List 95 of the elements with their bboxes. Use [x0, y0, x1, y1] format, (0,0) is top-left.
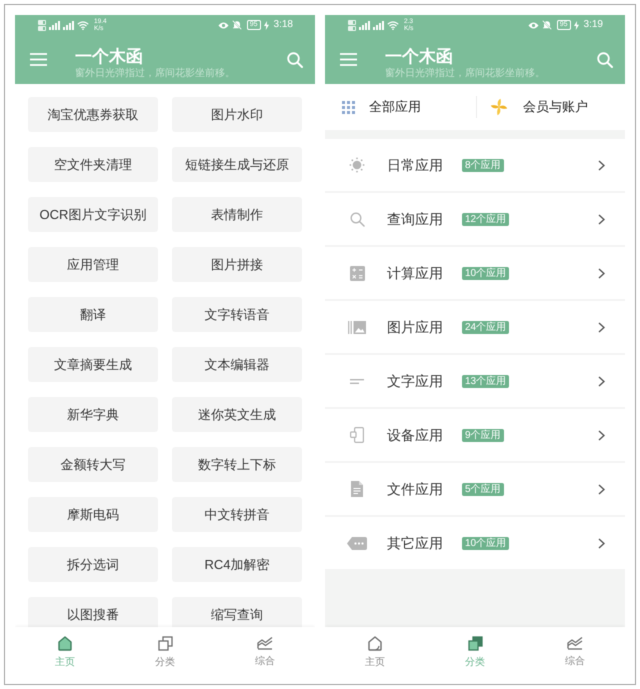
chevron-right-icon	[598, 376, 605, 386]
app-count-badge: 12个应用	[462, 212, 510, 226]
text-lines-icon	[350, 378, 364, 384]
tool-button[interactable]: RC4加解密	[172, 547, 302, 582]
shortcut-button[interactable]: 全部应用	[325, 84, 476, 130]
app-count-badge: 5个应用	[462, 482, 504, 496]
charging-icon	[574, 20, 579, 30]
tool-button[interactable]: 文章摘要生成	[28, 347, 158, 382]
app-title: 一个木函	[75, 47, 144, 67]
tool-button[interactable]: 文本编辑器	[172, 347, 302, 382]
tool-button[interactable]: 图片水印	[172, 97, 302, 132]
tool-button[interactable]: 缩写查询	[172, 597, 302, 627]
chevron-right-icon	[598, 268, 605, 278]
signal-icon	[359, 20, 370, 30]
pinwheel-icon	[490, 98, 508, 116]
tool-button[interactable]: 空文件夹清理	[28, 147, 158, 182]
tool-button[interactable]: 文字转语音	[172, 297, 302, 332]
overlapping-squares-icon	[468, 636, 482, 651]
search-button[interactable]	[287, 52, 303, 68]
tool-button[interactable]: 拆分选词	[28, 547, 158, 582]
tool-button[interactable]: 短链接生成与还原	[172, 147, 302, 182]
tool-button[interactable]: 新华字典	[28, 397, 158, 432]
chevron-right-icon	[598, 214, 605, 224]
menu-icon	[340, 53, 357, 66]
status-time: 3:18	[274, 19, 293, 31]
app-subtitle: 窗外日光弹指过，席间花影坐前移。	[385, 67, 546, 80]
home-icon	[368, 636, 382, 651]
sim-card-icon	[38, 20, 46, 30]
category-item[interactable]: 查询应用 12个应用	[325, 193, 625, 245]
category-item[interactable]: 计算应用 10个应用	[325, 247, 625, 299]
category-item[interactable]: 设备应用 9个应用	[325, 409, 625, 461]
tag-icon	[347, 536, 367, 550]
app-count-badge: 9个应用	[462, 428, 504, 442]
line-chart-icon	[257, 636, 273, 650]
tool-button[interactable]: 金额转大写	[28, 447, 158, 482]
app-count-badge: 10个应用	[462, 266, 510, 280]
line-chart-icon	[567, 636, 583, 650]
status-time: 3:19	[584, 19, 603, 31]
tool-button[interactable]: 数字转上下标	[172, 447, 302, 482]
search-icon	[350, 212, 364, 226]
chevron-right-icon	[598, 160, 605, 170]
tool-button[interactable]: 表情制作	[172, 197, 302, 232]
sun-icon	[349, 157, 365, 173]
app-title: 一个木函	[385, 47, 454, 67]
app-subtitle: 窗外日光弹指过，席间花影坐前移。	[75, 67, 236, 80]
wifi-icon	[387, 20, 399, 30]
signal-icon	[49, 20, 60, 30]
tool-button[interactable]: 应用管理	[28, 247, 158, 282]
chevron-right-icon	[598, 484, 605, 494]
search-button[interactable]	[597, 52, 613, 68]
tool-button[interactable]: 翻译	[28, 297, 158, 332]
shortcut-button[interactable]: 会员与账户	[477, 84, 625, 130]
tool-button[interactable]: 以图搜番	[28, 597, 158, 627]
nav-tab[interactable]: 综合	[215, 627, 315, 675]
chevron-right-icon	[598, 322, 605, 332]
chevron-right-icon	[598, 430, 605, 440]
search-icon	[597, 52, 613, 68]
menu-button[interactable]	[30, 53, 47, 66]
category-item[interactable]: 文字应用 13个应用	[325, 355, 625, 407]
tool-button[interactable]: 中文转拼音	[172, 497, 302, 532]
tool-button[interactable]: 图片拼接	[172, 247, 302, 282]
document-icon	[351, 481, 363, 497]
category-item[interactable]: 图片应用 24个应用	[325, 301, 625, 353]
menu-icon	[30, 53, 47, 66]
tool-button[interactable]: OCR图片文字识别	[28, 197, 158, 232]
overlapping-squares-icon	[158, 636, 172, 651]
tool-button[interactable]: 摩斯电码	[28, 497, 158, 532]
device-icon	[350, 427, 364, 443]
sim-card-icon	[348, 20, 356, 30]
calculator-icon	[350, 266, 364, 280]
image-icon	[348, 320, 366, 334]
grid-icon	[342, 100, 355, 114]
eye-icon	[528, 22, 539, 28]
home-icon	[58, 636, 72, 651]
app-count-badge: 10个应用	[462, 536, 510, 550]
eye-icon	[218, 22, 229, 28]
category-item[interactable]: 文件应用 5个应用	[325, 463, 625, 515]
chevron-right-icon	[598, 538, 605, 548]
bell-off-icon	[542, 20, 552, 30]
signal-icon	[373, 20, 384, 30]
wifi-icon	[77, 20, 89, 30]
bell-off-icon	[232, 20, 242, 30]
charging-icon	[264, 20, 269, 30]
tool-button[interactable]: 迷你英文生成	[172, 397, 302, 432]
nav-tab[interactable]: 分类	[115, 627, 215, 675]
search-icon	[287, 52, 303, 68]
nav-tab[interactable]: 综合	[525, 627, 625, 675]
signal-icon	[63, 20, 74, 30]
category-item[interactable]: 其它应用 10个应用	[325, 517, 625, 569]
app-count-badge: 8个应用	[462, 158, 504, 172]
menu-button[interactable]	[340, 53, 357, 66]
app-count-badge: 24个应用	[462, 320, 510, 334]
category-item[interactable]: 日常应用 8个应用	[325, 139, 625, 191]
tool-button[interactable]: 淘宝优惠券获取	[28, 97, 158, 132]
app-count-badge: 13个应用	[462, 374, 510, 388]
